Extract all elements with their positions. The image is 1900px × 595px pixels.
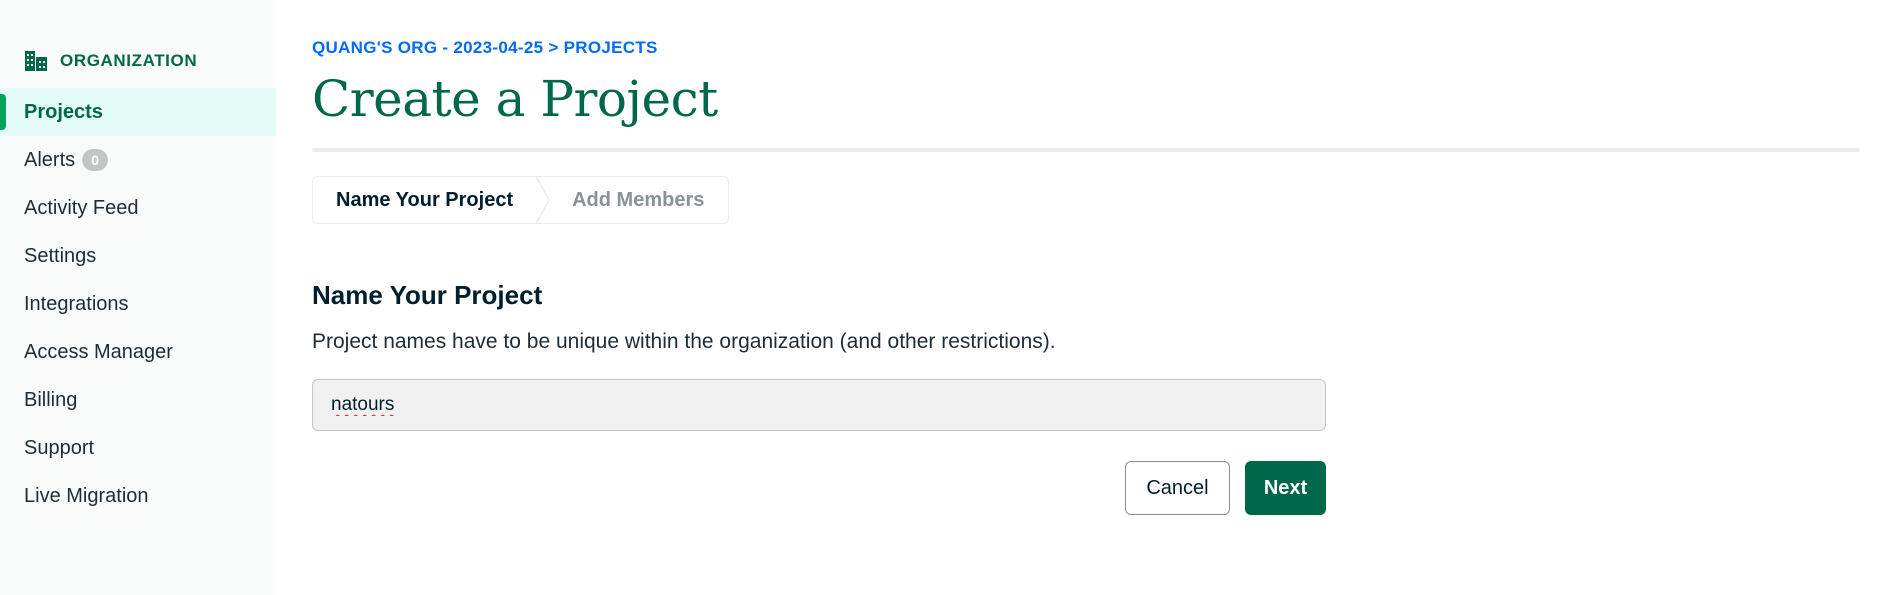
breadcrumb[interactable]: QUANG'S ORG - 2023-04-25 > PROJECTS [312, 38, 1900, 58]
step-chevron-icon [536, 177, 550, 223]
sidebar-header-title: ORGANIZATION [60, 51, 198, 70]
sidebar-item-projects[interactable]: Projects [0, 88, 276, 136]
sidebar-item-access-manager[interactable]: Access Manager [0, 328, 276, 376]
building-icon [24, 50, 48, 72]
sidebar-item-label: Integrations [24, 292, 129, 315]
next-button[interactable]: Next [1245, 461, 1326, 515]
sidebar-item-label: Alerts [24, 148, 76, 171]
sidebar-item-label: Settings [24, 244, 97, 267]
sidebar-item-integrations[interactable]: Integrations [0, 280, 276, 328]
sidebar-item-support[interactable]: Support [0, 424, 276, 472]
sidebar-item-label: Activity Feed [24, 196, 139, 219]
sidebar-item-billing[interactable]: Billing [0, 376, 276, 424]
page-title: Create a Project [312, 70, 718, 128]
sidebar-item-live-migration[interactable]: Live Migration [0, 472, 276, 520]
section-description: Project names have to be unique within t… [312, 330, 1056, 353]
sidebar-item-activity-feed[interactable]: Activity Feed [0, 184, 276, 232]
sidebar-header: ORGANIZATION [0, 46, 276, 76]
sidebar-item-label: Support [24, 436, 95, 459]
form-actions: Cancel Next [312, 461, 1326, 515]
step-add-members: Add Members [572, 188, 705, 211]
sidebar-item-label: Access Manager [24, 340, 173, 363]
sidebar-item-label: Projects [24, 100, 103, 123]
sidebar: ORGANIZATION Projects Alerts 0 Activity … [0, 0, 276, 595]
alerts-count-badge: 0 [82, 149, 109, 171]
wizard-stepper: Name Your Project Add Members [312, 176, 729, 224]
sidebar-item-label: Live Migration [24, 484, 149, 507]
title-divider [312, 148, 1860, 152]
app: ORGANIZATION Projects Alerts 0 Activity … [0, 0, 1900, 595]
sidebar-item-settings[interactable]: Settings [0, 232, 276, 280]
sidebar-item-alerts[interactable]: Alerts 0 [0, 136, 276, 184]
project-name-input[interactable] [312, 379, 1326, 431]
sidebar-item-label: Billing [24, 388, 78, 411]
step-name-your-project: Name Your Project [336, 188, 514, 211]
cancel-button[interactable]: Cancel [1125, 461, 1230, 515]
section-title: Name Your Project [312, 280, 543, 310]
main-content: QUANG'S ORG - 2023-04-25 > PROJECTS Crea… [276, 0, 1900, 595]
